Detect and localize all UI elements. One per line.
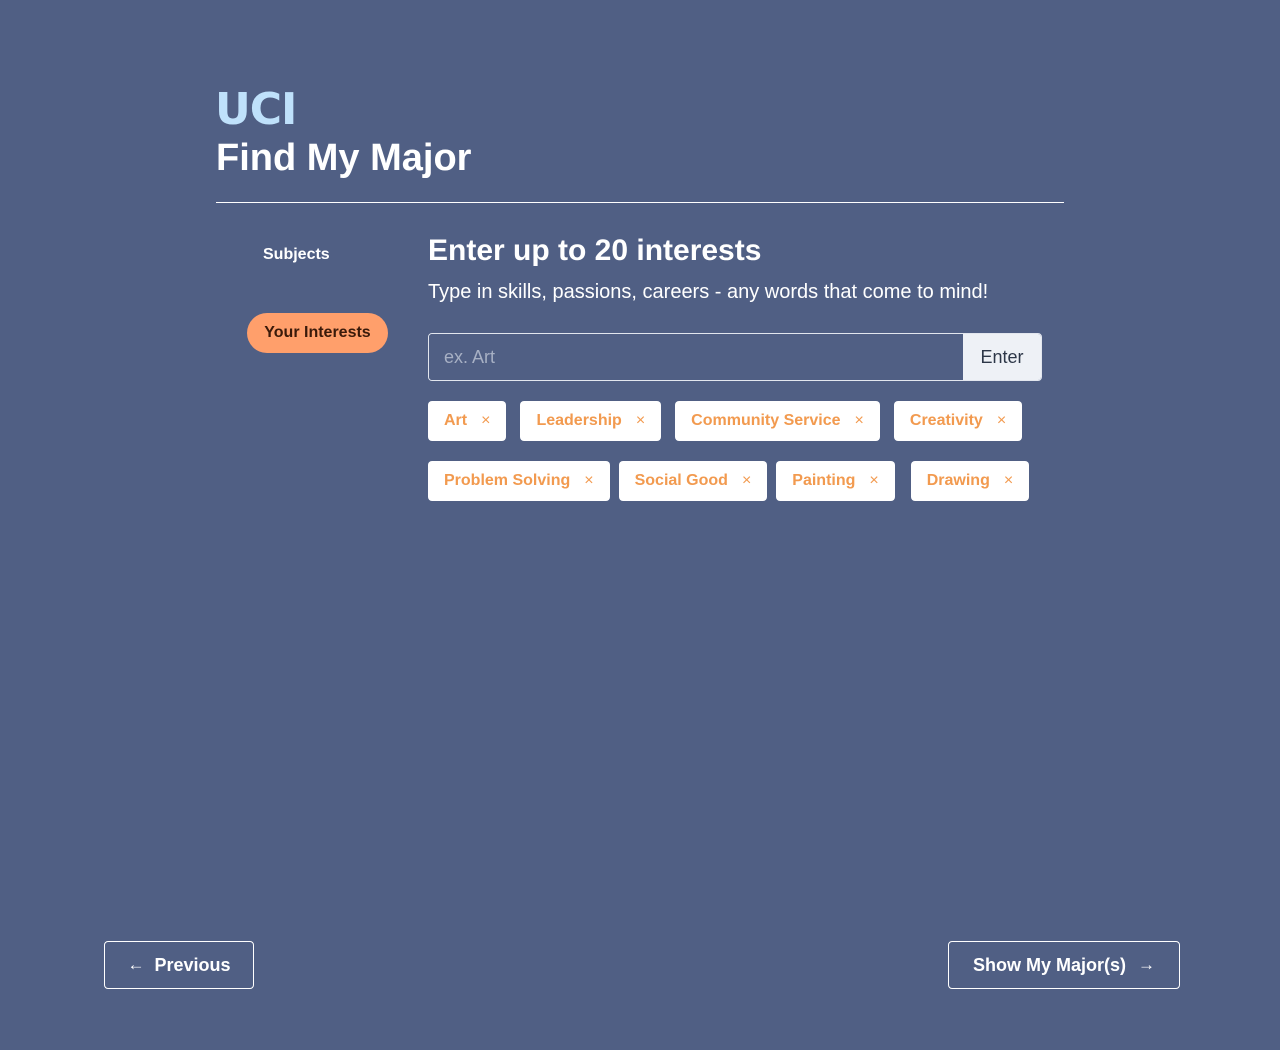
page-title: Find My Major [216,137,472,179]
sidebar-item-your-interests[interactable]: Your Interests [247,313,388,353]
interest-tags-row: Art × Leadership × Community Service × C… [428,401,1048,441]
close-icon[interactable]: × [869,472,878,490]
interest-tag-label: Leadership [536,412,622,429]
interest-input[interactable] [429,334,963,380]
interest-tag: Community Service × [675,401,880,441]
close-icon[interactable]: × [481,412,490,430]
interest-tag-label: Problem Solving [444,472,571,489]
interest-tag: Creativity × [893,401,1023,441]
close-icon[interactable]: × [742,472,751,490]
interest-input-group: Enter [428,333,1042,381]
interest-tag-label: Drawing [926,472,990,489]
previous-button-label: Previous [154,954,231,975]
section-subheading: Type in skills, passions, careers - any … [428,281,989,303]
page: UCI Find My Major Subjects Your Interest… [0,0,1280,1050]
interest-tag: Problem Solving × [428,461,610,501]
interest-tag-label: Social Good [634,472,728,489]
interest-tags-row: Problem Solving × Social Good × Painting… [428,461,1048,501]
interest-tag-label: Community Service [691,412,841,429]
previous-button[interactable]: ← Previous [104,941,254,989]
interest-tag: Art × [428,401,507,441]
section-heading: Enter up to 20 interests [428,234,762,267]
arrow-right-icon: → [1138,955,1155,974]
enter-button[interactable]: Enter [963,334,1041,380]
header-divider [216,202,1064,203]
close-icon[interactable]: × [636,412,645,430]
interest-tag: Leadership × [520,401,662,441]
interest-tag-label: Painting [792,472,856,489]
show-my-majors-label: Show My Major(s) [972,954,1126,975]
interest-tag-label: Creativity [909,412,983,429]
arrow-left-icon: ← [127,955,145,974]
interest-tag-label: Art [444,412,468,429]
close-icon[interactable]: × [997,412,1006,430]
show-my-majors-button[interactable]: Show My Major(s) → [948,941,1180,989]
close-icon[interactable]: × [1004,472,1013,490]
uci-logo: UCI [215,84,297,135]
close-icon[interactable]: × [855,412,864,430]
sidebar-item-subjects[interactable]: Subjects [263,245,330,265]
interest-tag: Social Good × [618,461,768,501]
interest-tag: Painting × [776,461,895,501]
interest-tag: Drawing × [910,461,1030,501]
close-icon[interactable]: × [584,472,593,490]
